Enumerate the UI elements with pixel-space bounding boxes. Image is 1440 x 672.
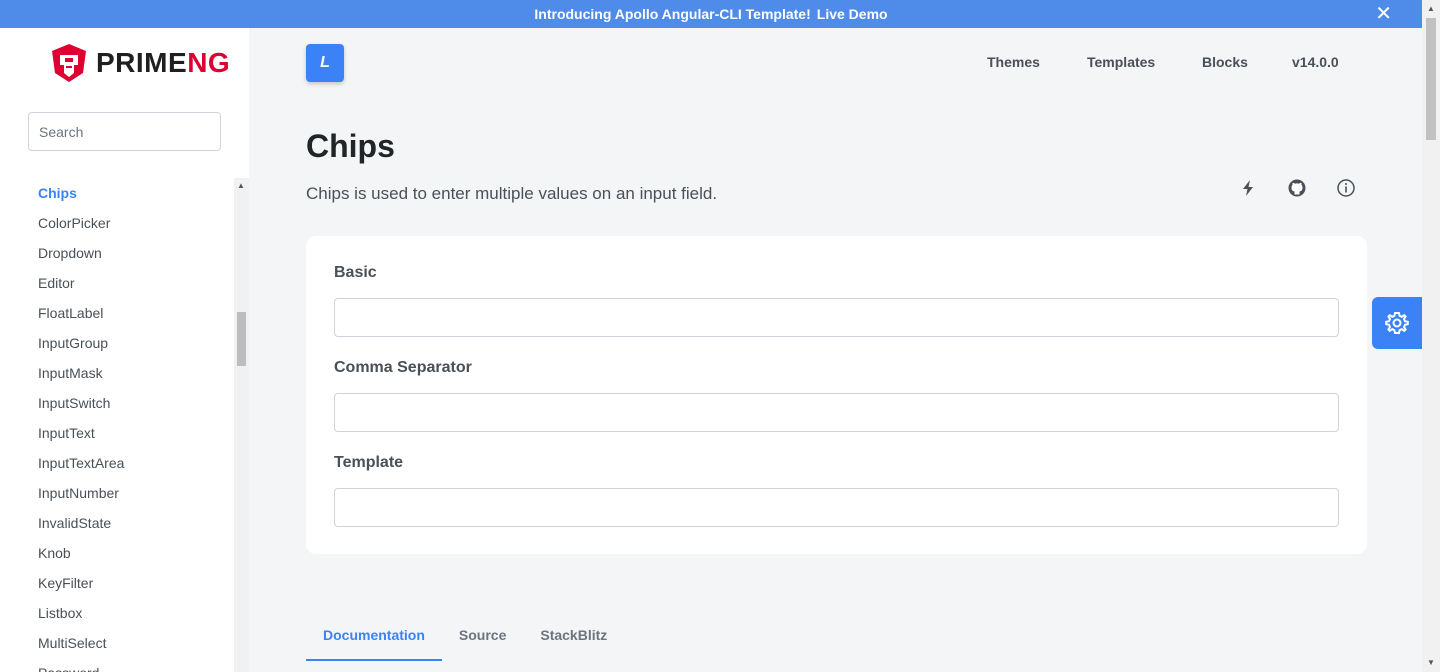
tab-documentation[interactable]: Documentation bbox=[306, 623, 442, 661]
announcement-text: Introducing Apollo Angular-CLI Template! bbox=[534, 6, 811, 22]
section-label-comma-separator: Comma Separator bbox=[334, 359, 472, 376]
page-description: Chips is used to enter multiple values o… bbox=[306, 184, 718, 203]
sidebar-item-listbox[interactable]: Listbox bbox=[0, 598, 234, 628]
github-icon[interactable] bbox=[1287, 178, 1307, 198]
sidebar-item-chips[interactable]: Chips bbox=[0, 178, 234, 208]
sidebar-item-knob[interactable]: Knob bbox=[0, 538, 234, 568]
gear-icon bbox=[1385, 312, 1409, 334]
sidebar-menu: Chips ColorPicker Dropdown Editor FloatL… bbox=[0, 178, 234, 672]
sidebar-item-keyfilter[interactable]: KeyFilter bbox=[0, 568, 234, 598]
sidebar-item-inputtext[interactable]: InputText bbox=[0, 418, 234, 448]
main-content: L Themes Templates Blocks v14.0.0 Chips … bbox=[249, 28, 1422, 672]
sidebar-item-colorpicker[interactable]: ColorPicker bbox=[0, 208, 234, 238]
announcement-bar: Introducing Apollo Angular-CLI Template!… bbox=[0, 0, 1422, 28]
demo-card: Basic Comma Separator Template bbox=[306, 236, 1367, 554]
page-title: Chips bbox=[306, 128, 395, 164]
section-label-basic: Basic bbox=[334, 264, 377, 281]
sidebar-item-inputtextarea[interactable]: InputTextArea bbox=[0, 448, 234, 478]
primeng-logo[interactable]: PRIMENG bbox=[50, 43, 230, 83]
layout-logo-button[interactable]: L bbox=[306, 44, 344, 82]
sidebar-item-multiselect[interactable]: MultiSelect bbox=[0, 628, 234, 658]
sidebar-item-floatlabel[interactable]: FloatLabel bbox=[0, 298, 234, 328]
sidebar-scrollbar[interactable]: ▲ bbox=[234, 178, 249, 672]
search-input[interactable] bbox=[28, 112, 221, 151]
window-scroll-down-icon[interactable]: ▼ bbox=[1427, 658, 1435, 667]
sidebar-item-inputgroup[interactable]: InputGroup bbox=[0, 328, 234, 358]
scroll-up-icon[interactable]: ▲ bbox=[237, 181, 245, 190]
window-scroll-up-icon[interactable]: ▲ bbox=[1427, 4, 1435, 13]
config-button[interactable] bbox=[1372, 297, 1422, 349]
sidebar-item-inputswitch[interactable]: InputSwitch bbox=[0, 388, 234, 418]
section-label-template: Template bbox=[334, 454, 404, 471]
nav-version[interactable]: v14.0.0 bbox=[1292, 54, 1339, 70]
window-scroll-thumb[interactable] bbox=[1426, 18, 1436, 140]
doc-tabs: Documentation Source StackBlitz bbox=[306, 623, 624, 661]
sidebar: PRIMENG Chips ColorPicker Dropdown Edito… bbox=[0, 28, 249, 672]
close-icon[interactable]: ✕ bbox=[1375, 3, 1392, 25]
brand-prefix: PRIME bbox=[96, 47, 188, 78]
nav-templates[interactable]: Templates bbox=[1087, 54, 1155, 70]
window-scrollbar[interactable]: ▲ ▼ bbox=[1422, 0, 1440, 672]
brand-name: PRIMENG bbox=[96, 47, 230, 79]
sidebar-item-invalidstate[interactable]: InvalidState bbox=[0, 508, 234, 538]
chips-input-comma-separator[interactable] bbox=[334, 393, 1339, 432]
brand-suffix: NG bbox=[187, 47, 231, 78]
live-demo-link[interactable]: Live Demo bbox=[817, 6, 888, 22]
sidebar-item-editor[interactable]: Editor bbox=[0, 268, 234, 298]
chips-input-template[interactable] bbox=[334, 488, 1339, 527]
tab-stackblitz[interactable]: StackBlitz bbox=[523, 623, 624, 661]
sidebar-item-dropdown[interactable]: Dropdown bbox=[0, 238, 234, 268]
info-icon[interactable] bbox=[1336, 178, 1356, 198]
sidebar-scroll-thumb[interactable] bbox=[237, 312, 246, 366]
nav-blocks[interactable]: Blocks bbox=[1202, 54, 1248, 70]
nav-themes[interactable]: Themes bbox=[987, 54, 1040, 70]
sidebar-item-inputmask[interactable]: InputMask bbox=[0, 358, 234, 388]
chips-input-basic[interactable] bbox=[334, 298, 1339, 337]
sidebar-item-password[interactable]: Password bbox=[0, 658, 234, 672]
sidebar-item-inputnumber[interactable]: InputNumber bbox=[0, 478, 234, 508]
bolt-icon[interactable] bbox=[1238, 178, 1258, 198]
tab-source[interactable]: Source bbox=[442, 623, 523, 661]
primeng-shield-icon bbox=[52, 44, 86, 82]
